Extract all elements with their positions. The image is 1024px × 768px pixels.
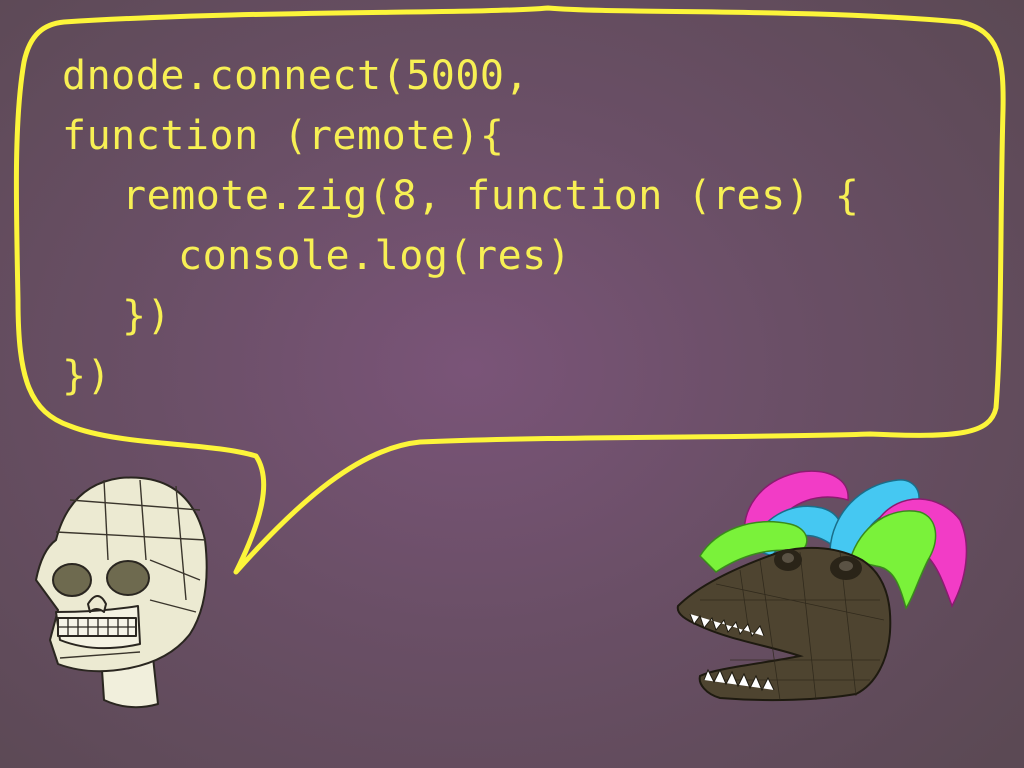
code-line: })	[62, 353, 112, 399]
skull-illustration	[35, 476, 208, 709]
crocodile-illustration	[676, 470, 968, 702]
code-line: function (remote){	[62, 113, 505, 159]
code-line: console.log(res)	[178, 233, 572, 279]
speech-bubble-code: dnode.connect(5000, function (remote){ r…	[62, 46, 1002, 406]
code-line: dnode.connect(5000,	[62, 53, 530, 99]
code-line: })	[122, 293, 172, 339]
slide: { "slide": { "speech_bubble": { "code_li…	[0, 0, 1024, 768]
code-line: remote.zig(8, function (res) {	[122, 173, 860, 219]
